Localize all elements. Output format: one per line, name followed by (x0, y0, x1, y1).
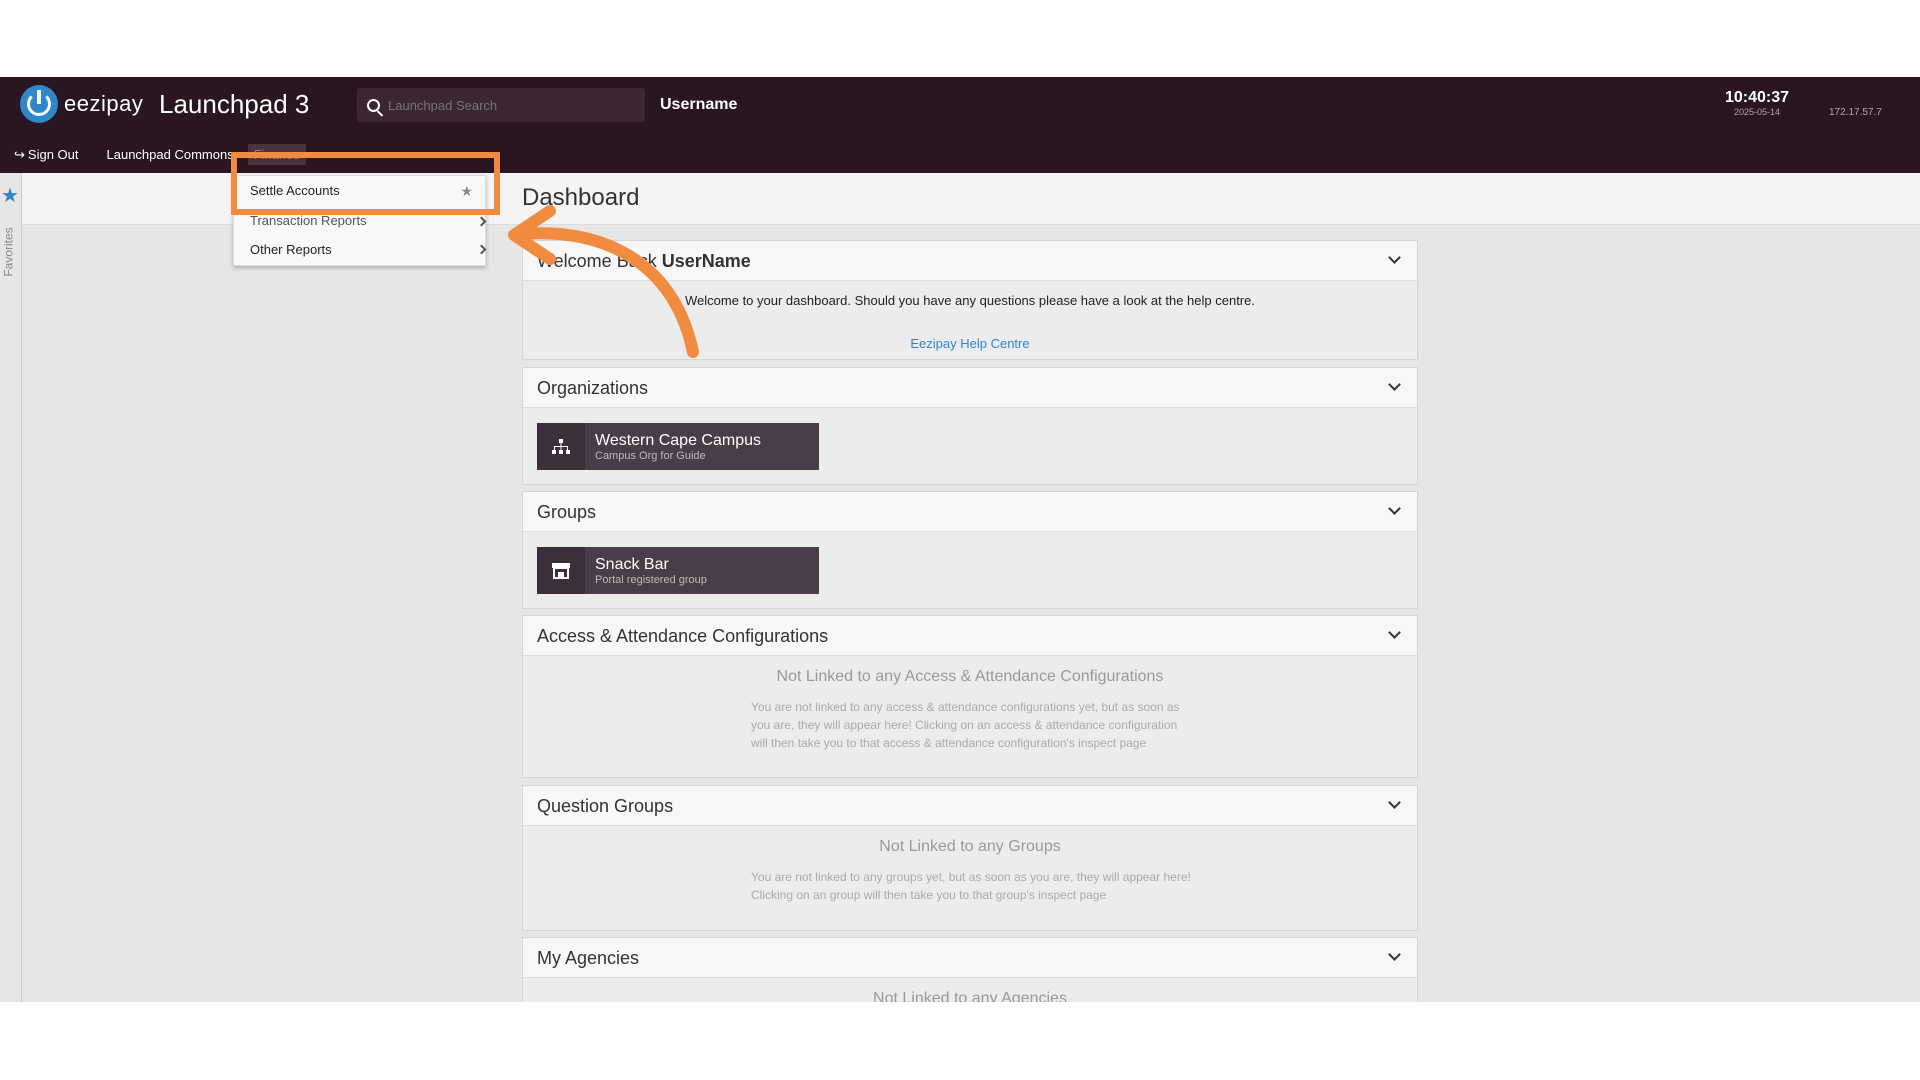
organization-name: Western Cape Campus (595, 431, 761, 449)
app-title: Launchpad 3 (159, 89, 310, 119)
clock: 10:40:37 2025-05-14 (1725, 89, 1789, 117)
question-groups-empty-title: Not Linked to any Groups (879, 838, 1061, 855)
groups-card-header[interactable]: Groups (523, 492, 1417, 532)
welcome-prefix: Welcome Back (537, 251, 662, 271)
chevron-down-icon[interactable] (1388, 626, 1401, 639)
app-window: eezipay Launchpad 3 Username 10:40:37 20… (0, 77, 1920, 1002)
access-empty-description: You are not linked to any access & atten… (751, 700, 1180, 750)
welcome-message: Welcome to your dashboard. Should you ha… (685, 293, 1255, 308)
chevron-down-icon[interactable] (1388, 796, 1401, 809)
search-input[interactable] (388, 97, 618, 113)
sign-out-link[interactable]: ↪ Sign Out (14, 147, 93, 163)
menu-item-label: Transaction Reports (250, 213, 367, 228)
menu-item-settle-accounts[interactable]: Settle Accounts ★ (234, 183, 485, 205)
nav-launchpad-commons[interactable]: Launchpad Commons (107, 147, 234, 162)
star-icon[interactable]: ★ (1, 183, 19, 208)
welcome-card-header[interactable]: Welcome Back UserName (523, 241, 1417, 281)
nav-finance[interactable]: Finance (247, 144, 306, 165)
store-icon (537, 547, 585, 594)
brand-name: eezipay (64, 91, 144, 116)
finance-dropdown-menu: Settle Accounts ★ Transaction Reports Ot… (233, 175, 487, 266)
help-centre-link[interactable]: Eezipay Help Centre (523, 336, 1417, 351)
chevron-down-icon[interactable] (1388, 251, 1401, 264)
star-icon[interactable]: ★ (460, 183, 473, 200)
search-box[interactable] (357, 88, 645, 122)
chevron-down-icon[interactable] (1388, 502, 1401, 515)
welcome-username: UserName (661, 251, 751, 271)
clock-date: 2025-05-14 (1734, 107, 1781, 117)
agencies-title: My Agencies (537, 948, 640, 968)
access-attendance-card: Access & Attendance Configurations Not L… (522, 615, 1418, 778)
menu-item-transaction-reports[interactable]: Transaction Reports (250, 213, 487, 228)
top-bar: eezipay Launchpad 3 Username 10:40:37 20… (0, 77, 1920, 173)
agencies-card: My Agencies Not Linked to any Agencies (522, 937, 1418, 1002)
logo[interactable]: eezipay (20, 85, 143, 123)
access-attendance-title: Access & Attendance Configurations (537, 626, 829, 646)
organization-subtitle: Campus Org for Guide (595, 449, 706, 462)
username-label[interactable]: Username (660, 96, 737, 114)
chevron-down-icon[interactable] (1388, 948, 1401, 961)
organization-tile[interactable]: Western Cape Campus Campus Org for Guide (537, 423, 819, 470)
sign-out-icon: ↪ (14, 146, 25, 162)
page-title: Dashboard (522, 184, 640, 211)
groups-title: Groups (537, 502, 597, 522)
nav-bar: ↪ Sign Out Launchpad Commons Finance (14, 144, 306, 165)
question-groups-title: Question Groups (537, 796, 674, 816)
access-empty-title: Not Linked to any Access & Attendance Co… (776, 668, 1164, 685)
organizations-card: Organizations Western Cape Campus Campus… (522, 367, 1418, 485)
organizations-card-header[interactable]: Organizations (523, 368, 1417, 408)
menu-item-label: Settle Accounts (250, 183, 340, 198)
menu-item-label: Other Reports (250, 242, 332, 257)
chevron-right-icon (476, 216, 487, 227)
group-subtitle: Portal registered group (595, 573, 707, 586)
agencies-empty-title: Not Linked to any Agencies (873, 990, 1067, 1002)
clock-time: 10:40:37 (1725, 89, 1790, 106)
favorites-sidebar[interactable]: ★ Favorites (0, 173, 22, 1002)
question-groups-empty-description: You are not linked to any groups yet, bu… (751, 870, 1191, 902)
ip-address: 172.17.57.7 (1829, 107, 1882, 118)
favorites-label: Favorites (1, 227, 16, 277)
organizations-title: Organizations (537, 378, 649, 398)
sign-out-label: Sign Out (27, 146, 79, 162)
group-name: Snack Bar (595, 555, 669, 573)
group-tile[interactable]: Snack Bar Portal registered group (537, 547, 819, 594)
chevron-down-icon[interactable] (1388, 378, 1401, 391)
chevron-right-icon (476, 244, 487, 255)
menu-item-other-reports[interactable]: Other Reports (250, 242, 487, 257)
question-groups-card-header[interactable]: Question Groups (523, 786, 1417, 826)
question-groups-card: Question Groups Not Linked to any Groups… (522, 785, 1418, 931)
power-icon (20, 85, 58, 123)
welcome-card: Welcome Back UserName Welcome to your da… (522, 240, 1418, 360)
search-icon (367, 98, 380, 112)
groups-card: Groups Snack Bar Portal registered group (522, 491, 1418, 609)
org-chart-icon (537, 423, 585, 470)
access-attendance-card-header[interactable]: Access & Attendance Configurations (523, 616, 1417, 656)
agencies-card-header[interactable]: My Agencies (523, 938, 1417, 978)
